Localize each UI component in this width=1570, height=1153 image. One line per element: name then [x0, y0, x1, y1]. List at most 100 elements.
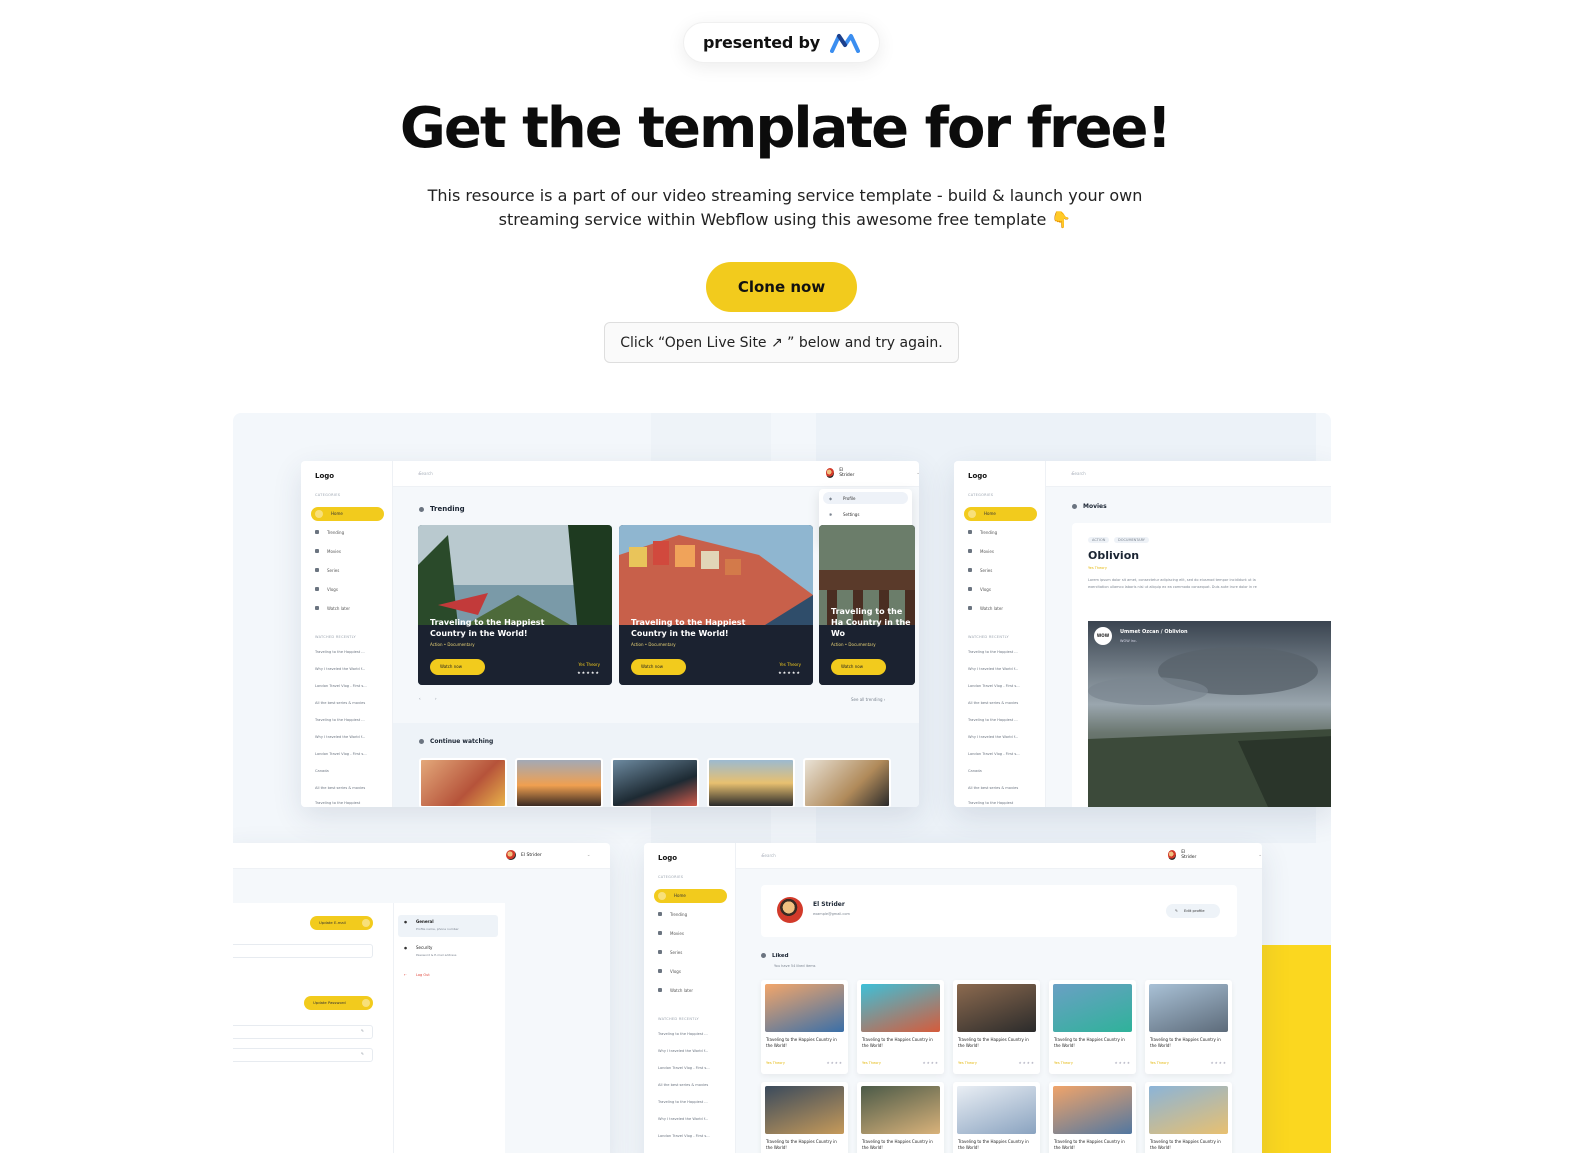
recent-item[interactable]: Canada [968, 769, 982, 773]
nav-vlogs[interactable]: Vlogs [658, 969, 681, 974]
nav-vlogs[interactable]: Vlogs [968, 587, 991, 592]
continue-thumb[interactable] [707, 758, 795, 807]
watch-now-button[interactable]: Watch now [430, 659, 485, 675]
recent-item[interactable]: Why I traveled the World f... [968, 667, 1018, 671]
nav-series[interactable]: Series [658, 950, 682, 955]
recent-item[interactable]: Why I traveled the World f... [315, 667, 365, 671]
liked-item-card[interactable]: Traveling to the Happies Country in the … [1145, 1082, 1232, 1153]
recent-item[interactable]: Traveling to the Happiest ... [315, 718, 365, 722]
nav-home[interactable]: Home [964, 507, 1037, 521]
liked-item-card[interactable]: Traveling to the Happies Country in the … [1049, 980, 1136, 1074]
movies-icon [315, 549, 319, 553]
nav-home[interactable]: Home [311, 507, 384, 521]
recent-item[interactable]: All the best series & movies [315, 786, 365, 790]
nav-movies[interactable]: Movies [968, 549, 994, 554]
nav-watch-later[interactable]: Watch later [658, 988, 693, 993]
prev-arrow-icon[interactable]: ‹ [419, 696, 421, 701]
recent-item[interactable]: Why I traveled the World f... [658, 1049, 708, 1053]
user-menu[interactable]: El Strider ⌄ [826, 468, 919, 478]
search-input[interactable]: Search [1072, 471, 1086, 476]
trending-card[interactable]: Traveling to the Ha Country in the Wo Ac… [819, 525, 915, 685]
update-password-button[interactable]: Update Password [304, 996, 373, 1010]
dropdown-highlight [823, 492, 908, 504]
liked-item-card[interactable]: Traveling to the Happies Country in the … [1049, 1082, 1136, 1153]
liked-item-card[interactable]: Traveling to the Happies Country in the … [953, 1082, 1040, 1153]
play-icon [419, 739, 424, 744]
recent-item[interactable]: Traveling to the Happiest [315, 801, 360, 805]
video-player[interactable]: WOW Ummet Ozcan / Oblivion WOW inc. [1088, 621, 1331, 807]
recent-item[interactable]: All the best series & movies [315, 701, 365, 705]
trending-card[interactable]: Traveling to the Happiest Country in the… [619, 525, 813, 685]
nav-movies[interactable]: Movies [315, 549, 341, 554]
settings-logout[interactable]: Log Out [416, 973, 430, 977]
nav-home[interactable]: Home [654, 889, 727, 903]
tag: DOCUMENTARY [1114, 537, 1149, 543]
watch-now-button[interactable]: Watch now [831, 659, 886, 675]
recent-item[interactable]: London Travel Vlog - First s... [315, 752, 367, 756]
settings-menu: ● General Profile name, phone number ● S… [393, 903, 505, 1153]
liked-item-card[interactable]: Traveling to the Happies Country in the … [761, 980, 848, 1074]
series-icon [315, 568, 319, 572]
liked-item-card[interactable]: Traveling to the Happies Country in the … [857, 980, 944, 1074]
liked-item-card[interactable]: Traveling to the Happies Country in the … [1145, 980, 1232, 1074]
continue-thumb[interactable] [515, 758, 603, 807]
recent-item[interactable]: All the best series & movies [968, 701, 1018, 705]
recent-item[interactable]: All the best series & movies [658, 1083, 708, 1087]
nav-trending[interactable]: Trending [968, 530, 997, 535]
nav-series[interactable]: Series [968, 568, 992, 573]
continue-thumb[interactable] [419, 758, 507, 807]
recent-item[interactable]: London Travel Vlog - First s... [658, 1134, 710, 1138]
update-email-button[interactable]: Update E-mail [310, 916, 373, 930]
nav-watch-later[interactable]: Watch later [968, 606, 1003, 611]
nav-vlogs[interactable]: Vlogs [315, 587, 338, 592]
recent-item[interactable]: Traveling to the Happiest ... [315, 650, 365, 654]
settings-menu-general[interactable]: ● General Profile name, phone number [398, 915, 498, 937]
watch-now-button[interactable]: Watch now [631, 659, 686, 675]
password-confirm-field[interactable] [233, 1048, 373, 1062]
settings-menu-security[interactable]: ● Security Password & E-mail address [398, 941, 498, 963]
search-input[interactable]: Search [762, 853, 776, 858]
menu-profile[interactable]: Profile [843, 496, 855, 501]
recent-item[interactable]: London Travel Vlog - First s... [658, 1066, 710, 1070]
liked-item-card[interactable]: Traveling to the Happies Country in the … [953, 980, 1040, 1074]
recent-item[interactable]: Why I traveled the World f... [658, 1117, 708, 1121]
liked-item-card[interactable]: Traveling to the Happies Country in the … [761, 1082, 848, 1153]
recent-item[interactable]: London Travel Vlog - First s... [968, 684, 1020, 688]
user-icon: ● [404, 920, 408, 924]
nav-series[interactable]: Series [315, 568, 339, 573]
liked-item-title: Traveling to the Happies Country in the … [766, 1139, 837, 1150]
recent-item[interactable]: Why I traveled the World f... [315, 735, 365, 739]
password-field[interactable] [233, 1025, 373, 1039]
nav-movies[interactable]: Movies [658, 931, 684, 936]
nav-watch-later[interactable]: Watch later [315, 606, 350, 611]
continue-thumb[interactable] [803, 758, 891, 807]
user-menu[interactable]: El Strider ⌄ [1168, 850, 1262, 860]
nav-trending[interactable]: Trending [315, 530, 344, 535]
edit-icon[interactable]: ✎ [361, 1029, 364, 1033]
user-menu[interactable]: El Strider ⌄ [506, 850, 591, 860]
recent-item[interactable]: Traveling to the Happiest ... [968, 718, 1018, 722]
edit-icon[interactable]: ✎ [361, 1052, 364, 1056]
presented-by-badge[interactable]: presented by [683, 22, 880, 63]
recent-item[interactable]: Why I traveled the World f... [968, 735, 1018, 739]
recent-item[interactable]: Canada [315, 769, 329, 773]
recent-item[interactable]: All the best series & movies [968, 786, 1018, 790]
recent-item[interactable]: Traveling to the Happiest ... [658, 1100, 708, 1104]
recent-item[interactable]: Traveling to the Happiest [968, 801, 1013, 805]
liked-item-card[interactable]: Traveling to the Happies Country in the … [857, 1082, 944, 1153]
search-input[interactable]: Search [419, 471, 433, 476]
nav-trending[interactable]: Trending [658, 912, 687, 917]
trending-card[interactable]: Traveling to the Happiest Country in the… [418, 525, 612, 685]
see-all-trending-link[interactable]: See all trending › [851, 697, 885, 702]
nav-label: Trending [980, 530, 998, 535]
next-arrow-icon[interactable]: › [435, 696, 437, 701]
menu-settings[interactable]: Settings [843, 512, 859, 517]
recent-item[interactable]: London Travel Vlog - First s... [315, 684, 367, 688]
recent-item[interactable]: London Travel Vlog - First s... [968, 752, 1020, 756]
recent-item[interactable]: Traveling to the Happiest ... [658, 1032, 708, 1036]
clone-now-button[interactable]: Clone now [706, 262, 857, 312]
recent-item[interactable]: Traveling to the Happiest ... [968, 650, 1018, 654]
card-title: Traveling to the Happiest Country in the… [430, 618, 545, 638]
email-field[interactable] [233, 944, 373, 958]
continue-thumb[interactable] [611, 758, 699, 807]
